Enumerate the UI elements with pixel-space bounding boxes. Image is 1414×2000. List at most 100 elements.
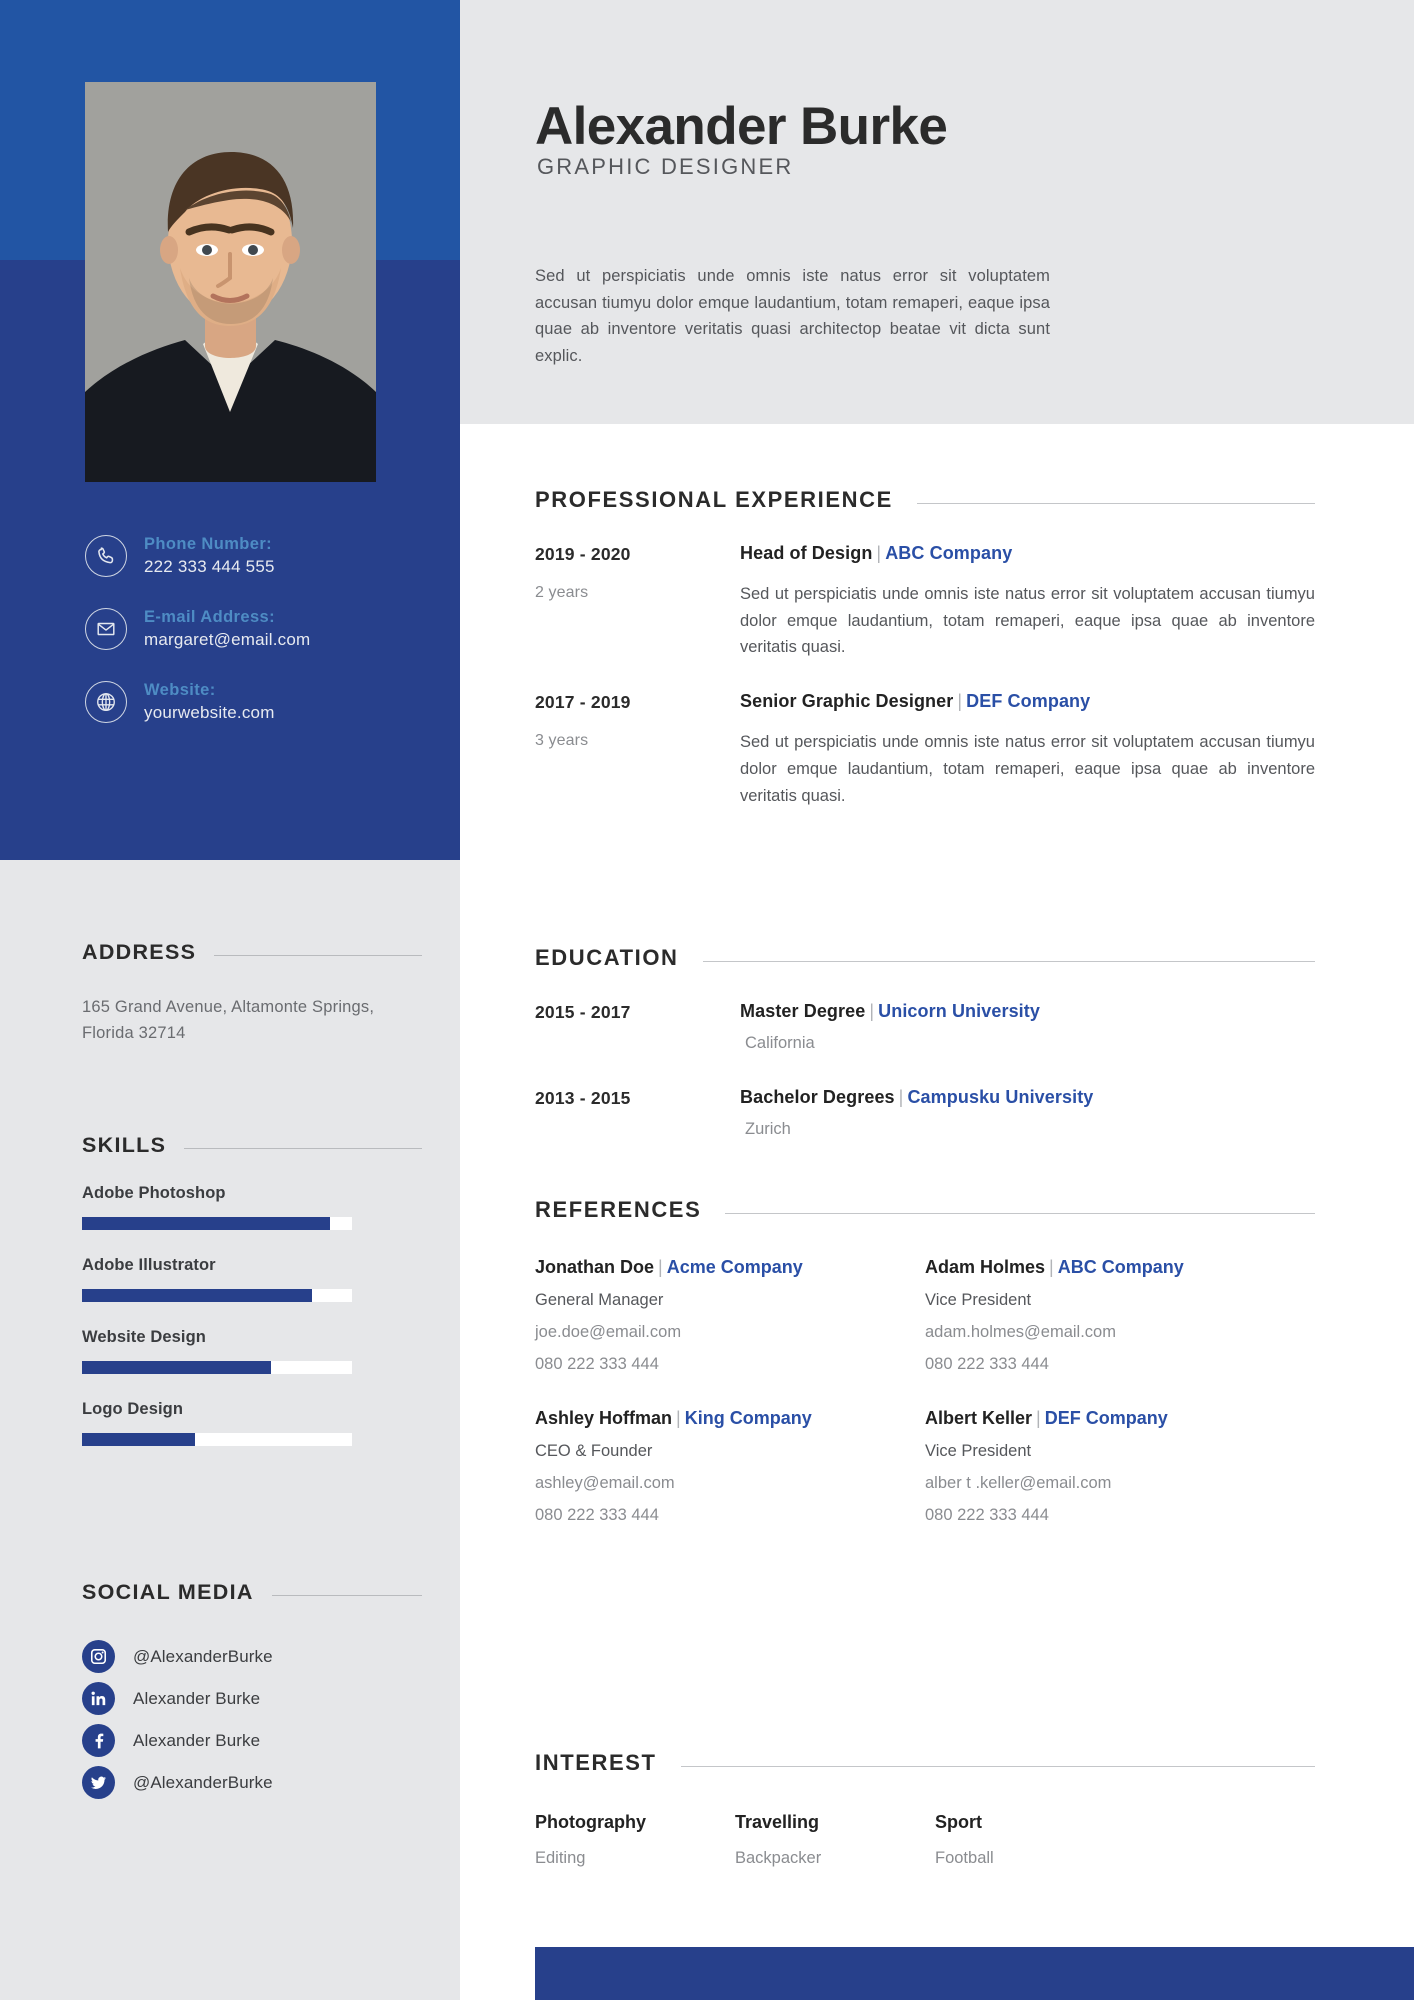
skill-fill: [82, 1289, 312, 1302]
skill-track: [82, 1289, 352, 1302]
contact-item-website[interactable]: Website: yourwebsite.com: [85, 681, 415, 723]
contact-label: E-mail Address:: [144, 608, 276, 627]
reference-phone: 080 222 333 444: [535, 1355, 659, 1373]
experience-duration: 2 years: [535, 584, 589, 601]
facebook-icon: [82, 1724, 115, 1757]
heading-rule: [214, 955, 422, 956]
reference-item: Jonathan Doe | Acme Company General Manage…: [535, 1257, 925, 1374]
skill-fill: [82, 1433, 196, 1446]
reference-email: alber t .keller@email.com: [925, 1474, 1112, 1492]
education-heading: EDUCATION: [535, 945, 679, 970]
social-list: @AlexanderBurke Alexander Burke Alexande…: [82, 1635, 422, 1804]
experience-years: 2019 - 2020: [535, 544, 631, 564]
reference-company: King Company: [684, 1408, 812, 1428]
social-item-linkedin[interactable]: Alexander Burke: [82, 1677, 422, 1720]
divider-pipe: |: [1049, 1257, 1054, 1277]
social-media-section: SOCIAL MEDIA @AlexanderBurke Alexander B…: [82, 1580, 422, 1803]
reference-position: CEO & Founder: [535, 1442, 653, 1460]
bottom-accent-bar: [535, 1947, 1414, 2000]
skill-label: Logo Design: [82, 1400, 184, 1418]
interest-heading: INTEREST: [535, 1750, 657, 1775]
reference-position: General Manager: [535, 1291, 664, 1309]
education-years: 2015 - 2017: [535, 1002, 631, 1022]
experience-item: 2019 - 2020 2 years Head of Design | ABC C…: [535, 543, 1315, 661]
divider-pipe: |: [957, 691, 963, 712]
interest-detail: Football: [935, 1849, 994, 1867]
experience-company: ABC Company: [885, 543, 1013, 563]
skill-track: [82, 1217, 352, 1230]
reference-email: ashley@email.com: [535, 1474, 675, 1492]
job-role: GRAPHIC DESIGNER: [537, 154, 794, 179]
profile-photo: [85, 82, 376, 482]
social-item-twitter[interactable]: @AlexanderBurke: [82, 1761, 422, 1804]
social-item-instagram[interactable]: @AlexanderBurke: [82, 1635, 422, 1678]
page-title: Alexander Burke: [535, 97, 948, 156]
skill-item: Logo Design: [82, 1400, 422, 1446]
address-heading: ADDRESS: [82, 940, 197, 964]
interest-item: Sport Football: [935, 1812, 1135, 1868]
contact-label: Website:: [144, 681, 216, 700]
reference-email: adam.holmes@email.com: [925, 1323, 1116, 1341]
reference-position: Vice President: [925, 1291, 1032, 1309]
skill-track: [82, 1433, 352, 1446]
twitter-icon: [82, 1766, 115, 1799]
experience-heading: PROFESSIONAL EXPERIENCE: [535, 487, 893, 512]
globe-icon: [85, 681, 127, 723]
skill-label: Adobe Illustrator: [82, 1256, 216, 1274]
reference-email: joe.doe@email.com: [535, 1323, 682, 1341]
education-degree: Bachelor Degrees: [740, 1087, 895, 1107]
social-item-facebook[interactable]: Alexander Burke: [82, 1719, 422, 1762]
contact-item-phone[interactable]: Phone Number: 222 333 444 555: [85, 535, 415, 577]
reference-name: Jonathan Doe: [535, 1257, 655, 1277]
experience-years: 2017 - 2019: [535, 692, 631, 713]
reference-position: Vice President: [925, 1442, 1032, 1460]
social-handle: Alexander Burke: [133, 1688, 261, 1708]
experience-item: 2017 - 2019 3 years Senior Graphic Desig…: [535, 691, 1315, 809]
contact-item-email[interactable]: E-mail Address: margaret@email.com: [85, 608, 415, 650]
interest-item: Photography Editing: [535, 1812, 735, 1868]
reference-item: Ashley Hoffman | King Company CEO & Founde…: [535, 1408, 925, 1525]
education-school: Campusku University: [907, 1087, 1094, 1107]
phone-icon: [85, 535, 127, 577]
profile-summary: Sed ut perspiciatis unde omnis iste natu…: [535, 267, 1050, 366]
divider-pipe: |: [676, 1408, 681, 1428]
contact-value: yourwebsite.com: [144, 702, 275, 722]
heading-rule: [271, 1595, 422, 1596]
address-text: 165 Grand Avenue, Altamonte Springs, Flo…: [82, 998, 375, 1042]
skill-item: Adobe Photoshop: [82, 1184, 422, 1230]
reference-company: ABC Company: [1057, 1257, 1184, 1277]
education-item: 2013 - 2015 Bachelor Degrees | Campusku Un…: [535, 1087, 1315, 1139]
heading-rule: [725, 1213, 1315, 1214]
mail-icon: [85, 608, 127, 650]
skill-fill: [82, 1361, 271, 1374]
interest-list: Photography Editing Travelling Backpacke…: [535, 1812, 1315, 1868]
education-years: 2013 - 2015: [535, 1088, 631, 1108]
divider-pipe: |: [658, 1257, 663, 1277]
reference-name: Adam Holmes: [925, 1257, 1046, 1277]
experience-position: Head of Design: [740, 543, 873, 563]
contact-label: Phone Number:: [144, 535, 273, 554]
experience-position: Senior Graphic Designer: [740, 691, 954, 712]
divider-pipe: |: [898, 1087, 904, 1107]
divider-pipe: |: [1036, 1408, 1041, 1428]
heading-rule: [680, 1766, 1315, 1767]
social-handle: Alexander Burke: [133, 1730, 261, 1750]
reference-name: Ashley Hoffman: [535, 1408, 673, 1428]
contact-value: 222 333 444 555: [144, 556, 275, 576]
social-handle: @AlexanderBurke: [133, 1772, 273, 1792]
divider-pipe: |: [876, 543, 882, 563]
skill-fill: [82, 1217, 331, 1230]
heading-rule: [184, 1148, 422, 1149]
reference-company: DEF Company: [1044, 1408, 1168, 1428]
heading-rule: [702, 961, 1315, 962]
education-location: Zurich: [745, 1120, 791, 1138]
education-school: Unicorn University: [878, 1001, 1040, 1021]
social-handle: @AlexanderBurke: [133, 1646, 273, 1666]
experience-description: Sed ut perspiciatis unde omnis iste natu…: [740, 733, 1315, 805]
skill-item: Adobe Illustrator: [82, 1256, 422, 1302]
linkedin-icon: [82, 1682, 115, 1715]
references-section: REFERENCES Jonathan Doe | Acme Company Gen…: [535, 1197, 1315, 1525]
address-section: ADDRESS 165 Grand Avenue, Altamonte Spri…: [82, 940, 422, 1046]
reference-company: Acme Company: [666, 1257, 803, 1277]
skill-label: Adobe Photoshop: [82, 1184, 226, 1202]
